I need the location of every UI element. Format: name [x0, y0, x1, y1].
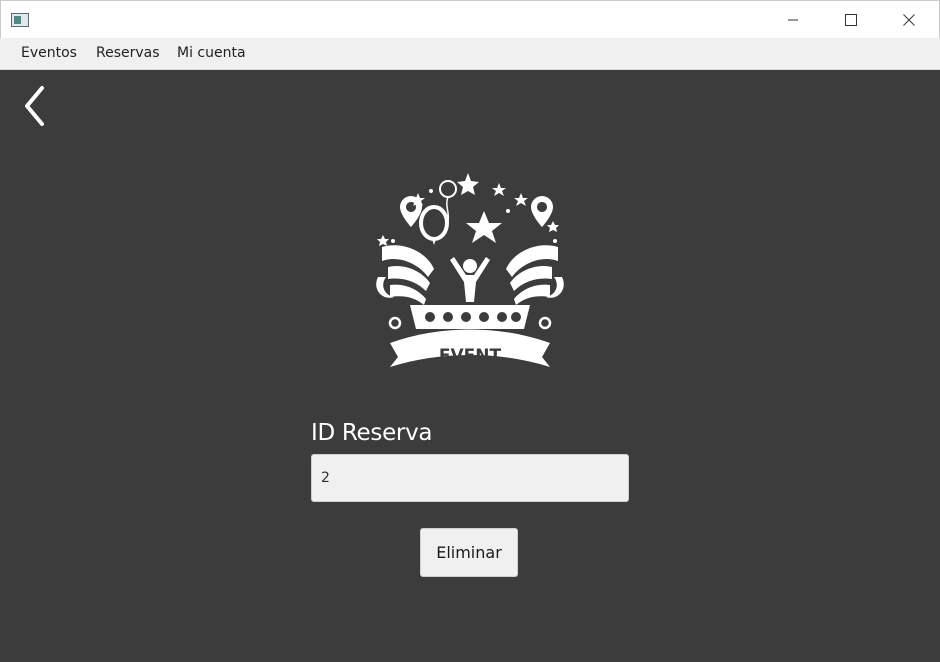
close-icon: [903, 13, 915, 26]
id-reserva-input[interactable]: [311, 454, 629, 502]
event-logo: EVENT: [368, 165, 572, 375]
eliminar-button[interactable]: Eliminar: [420, 528, 518, 577]
app-icon: [11, 13, 29, 27]
minimize-button[interactable]: [764, 1, 822, 38]
maximize-icon: [845, 13, 857, 26]
close-button[interactable]: [880, 1, 938, 38]
back-button[interactable]: [18, 84, 54, 128]
maximize-button[interactable]: [822, 1, 880, 38]
id-reserva-label: ID Reserva: [311, 420, 433, 446]
logo-text: EVENT: [439, 346, 502, 366]
title-bar: [0, 0, 940, 38]
menu-mi-cuenta[interactable]: Mi cuenta: [177, 45, 246, 61]
menu-bar: Eventos Reservas Mi cuenta: [0, 38, 940, 70]
menu-eventos[interactable]: Eventos: [21, 45, 77, 61]
chevron-left-icon: [25, 86, 44, 126]
minimize-icon: [788, 19, 798, 20]
menu-reservas[interactable]: Reservas: [96, 45, 160, 61]
